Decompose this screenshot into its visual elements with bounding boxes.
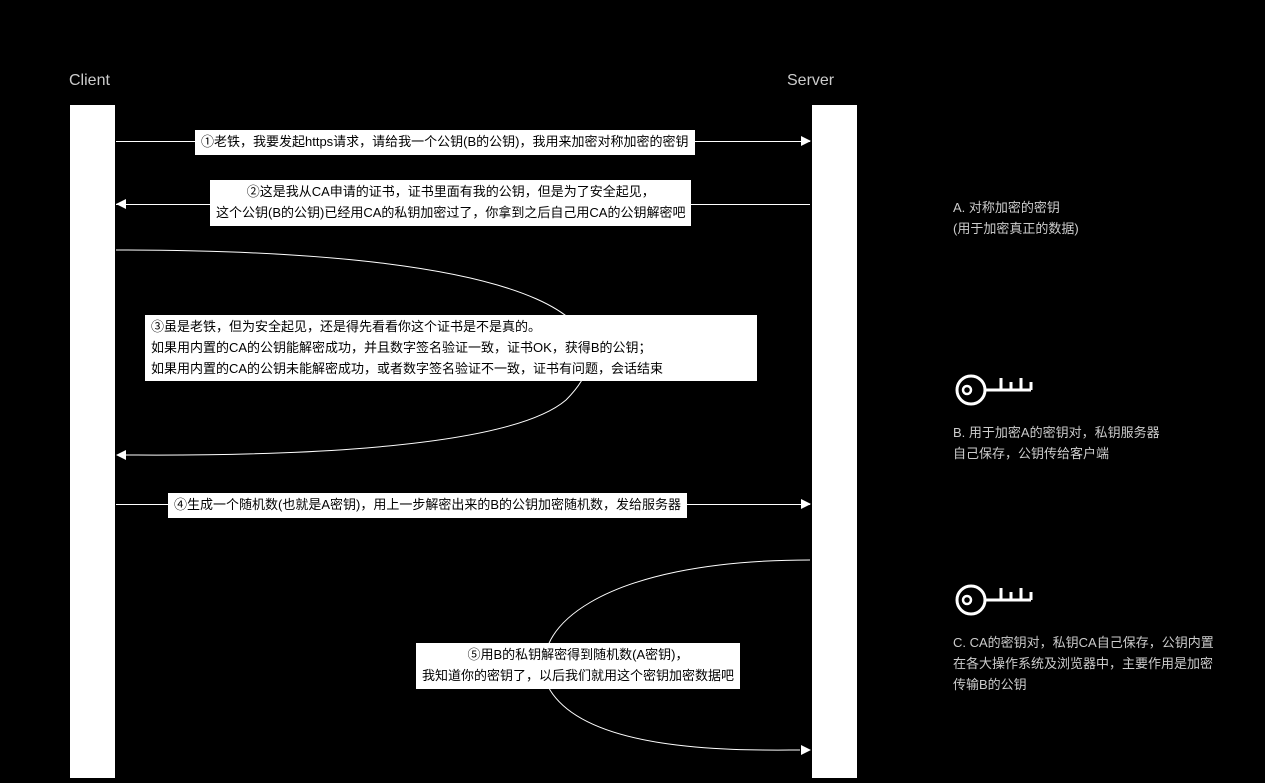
legend-c-line2: 在各大操作系统及浏览器中，主要作用是加密 [953, 656, 1213, 671]
legend-a-line2: (用于加密真正的数据) [953, 221, 1079, 236]
arrowhead-4 [801, 499, 811, 509]
legend-b-line2: 自己保存，公钥传给客户端 [953, 446, 1109, 461]
message-2-line1: ②这是我从CA申请的证书，证书里面有我的公钥，但是为了安全起见， [247, 184, 655, 199]
legend-a: A. 对称加密的密钥 (用于加密真正的数据) [953, 198, 1079, 240]
message-3-line1: ③虽是老铁，但为安全起见，还是得先看看你这个证书是不是真的。 [151, 319, 541, 334]
message-3-line2: 如果用内置的CA的公钥能解密成功，并且数字签名验证一致，证书OK，获得B的公钥； [151, 340, 652, 355]
legend-c-line1: C. CA的密钥对，私钥CA自己保存，公钥内置 [953, 635, 1214, 650]
legend-a-line1: A. 对称加密的密钥 [953, 200, 1060, 215]
arrowhead-1 [801, 136, 811, 146]
server-label: Server [787, 72, 834, 90]
arrowhead-3 [116, 450, 126, 460]
message-3-line3: 如果用内置的CA的公钥未能解密成功，或者数字签名验证不一致，证书有问题，会话结束 [151, 361, 663, 376]
message-2-line2: 这个公钥(B的公钥)已经用CA的私钥加密过了，你拿到之后自己用CA的公钥解密吧 [216, 205, 685, 220]
sequence-diagram: Client Server ①老铁，我要发起https请求，请给我一个公钥(B的… [0, 0, 1265, 783]
message-5: ⑤用B的私钥解密得到随机数(A密钥)， 我知道你的密钥了，以后我们就用这个密钥加… [416, 643, 740, 689]
message-1: ①老铁，我要发起https请求，请给我一个公钥(B的公钥)，我用来加密对称加密的… [195, 130, 695, 155]
legend-c: C. CA的密钥对，私钥CA自己保存，公钥内置 在各大操作系统及浏览器中，主要作… [953, 633, 1214, 695]
message-5-line1: ⑤用B的私钥解密得到随机数(A密钥)， [468, 647, 689, 662]
message-2: ②这是我从CA申请的证书，证书里面有我的公钥，但是为了安全起见， 这个公钥(B的… [210, 180, 691, 226]
arrowhead-2 [116, 199, 126, 209]
client-lifeline [70, 105, 115, 778]
message-4: ④生成一个随机数(也就是A密钥)，用上一步解密出来的B的公钥加密随机数，发给服务… [168, 493, 687, 518]
legend-b: B. 用于加密A的密钥对，私钥服务器 自己保存，公钥传给客户端 [953, 423, 1160, 465]
message-5-line2: 我知道你的密钥了，以后我们就用这个密钥加密数据吧 [422, 668, 734, 683]
legend-b-line1: B. 用于加密A的密钥对，私钥服务器 [953, 425, 1160, 440]
arrowhead-5 [801, 745, 811, 755]
client-label: Client [69, 72, 110, 90]
message-3: ③虽是老铁，但为安全起见，还是得先看看你这个证书是不是真的。 如果用内置的CA的… [145, 315, 757, 381]
legend-c-line3: 传输B的公钥 [953, 677, 1027, 692]
